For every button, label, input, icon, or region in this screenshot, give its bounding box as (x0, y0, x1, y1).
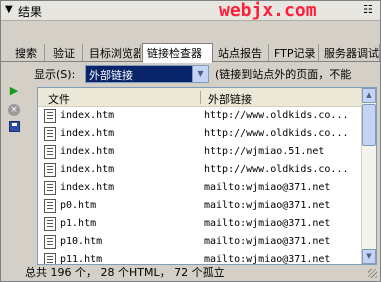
collapse-arrow-icon[interactable]: ▼ (5, 4, 13, 15)
stop-icon: × (8, 104, 20, 116)
row-link[interactable]: http://www.oldkids.co... (204, 164, 349, 175)
scroll-up-icon[interactable]: ▲ (362, 88, 376, 103)
table-row[interactable]: p0.htm mailto:wjmiao@371.net (38, 197, 362, 215)
show-select[interactable]: 外部链接 ▼ (85, 65, 209, 83)
row-link[interactable]: mailto:wjmiao@371.net (204, 200, 330, 211)
stop-button[interactable]: × (7, 102, 21, 116)
row-file[interactable]: index.htm (60, 164, 114, 175)
table-row[interactable]: p1.htm mailto:wjmiao@371.net (38, 215, 362, 233)
column-header-external-link[interactable]: 外部链接 (208, 91, 252, 107)
tab-target-browser[interactable]: 目标浏览器 (85, 44, 141, 62)
tab-ftp-log[interactable]: FTP记录 (270, 44, 319, 62)
html-file-icon (44, 217, 56, 231)
list-header: 文件 外部链接 (38, 88, 362, 107)
row-link[interactable]: mailto:wjmiao@371.net (204, 236, 330, 247)
row-file[interactable]: index.htm (60, 128, 114, 139)
table-row[interactable]: index.htm mailto:wjmiao@371.net (38, 179, 362, 197)
watermark-text: webjx.com (219, 0, 317, 21)
scrollbar-thumb[interactable] (362, 104, 376, 146)
show-filter-row: 显示(S): 外部链接 ▼ (链接到站点外的页面，不能 (1, 63, 380, 83)
tab-search[interactable]: 搜索 (11, 44, 45, 62)
vertical-scrollbar[interactable]: ▲ ▼ (361, 88, 376, 264)
row-link[interactable]: mailto:wjmiao@371.net (204, 218, 330, 229)
column-divider[interactable] (200, 91, 201, 104)
table-row[interactable]: index.htm http://www.oldkids.co... (38, 161, 362, 179)
save-report-button[interactable] (7, 121, 21, 135)
play-icon: ▶ (9, 84, 19, 97)
show-select-value: 外部链接 (89, 69, 133, 82)
results-list[interactable]: 文件 外部链接 index.htm http://www.oldkids.co.… (37, 87, 377, 265)
chevron-down-icon[interactable]: ▼ (192, 66, 208, 82)
html-file-icon (44, 127, 56, 141)
panel-title: 结果 (18, 5, 43, 19)
column-header-file[interactable]: 文件 (48, 91, 70, 107)
row-link[interactable]: http://www.oldkids.co... (204, 110, 349, 121)
status-bar-text: 总共 196 个， 28 个HTML， 72 个孤立 (25, 266, 225, 279)
tab-site-report[interactable]: 站点报告 (214, 44, 269, 62)
row-file[interactable]: p0.htm (60, 200, 96, 211)
panel-options-icon[interactable]: ☷ (363, 3, 373, 16)
row-file[interactable]: index.htm (60, 182, 114, 193)
html-file-icon (44, 145, 56, 159)
show-description: (链接到站点外的页面，不能 (215, 68, 352, 81)
table-row[interactable]: index.htm http://wjmiao.51.net (38, 143, 362, 161)
scroll-down-icon[interactable]: ▼ (362, 249, 376, 264)
table-row[interactable]: p10.htm mailto:wjmiao@371.net (38, 233, 362, 251)
results-panel: ▼ 结果 webjx.com ☷ 搜索 验证 目标浏览器 链接检查器 站点报告 … (0, 0, 381, 282)
panel-title-bar[interactable]: ▼ 结果 webjx.com ☷ (1, 0, 380, 21)
html-file-icon (44, 235, 56, 249)
show-label: 显示(S): (34, 68, 76, 81)
row-file[interactable]: p10.htm (60, 236, 102, 247)
tab-validate[interactable]: 验证 (49, 44, 83, 62)
table-row[interactable]: p11.htm mailto:wjmiao@371.net (38, 251, 362, 264)
row-file[interactable]: p1.htm (60, 218, 96, 229)
floppy-disk-icon (8, 121, 20, 132)
html-file-icon (44, 199, 56, 213)
resize-grip-icon[interactable] (368, 269, 377, 278)
row-link[interactable]: http://wjmiao.51.net (204, 146, 324, 157)
html-file-icon (44, 109, 56, 123)
tab-link-checker[interactable]: 链接检查器 (142, 43, 213, 63)
row-link[interactable]: http://www.oldkids.co... (204, 128, 349, 139)
row-link[interactable]: mailto:wjmiao@371.net (204, 182, 330, 193)
row-file[interactable]: index.htm (60, 146, 114, 157)
row-file[interactable]: index.htm (60, 110, 114, 121)
table-row[interactable]: index.htm http://www.oldkids.co... (38, 107, 362, 125)
html-file-icon (44, 163, 56, 177)
table-row[interactable]: index.htm http://www.oldkids.co... (38, 125, 362, 143)
tab-server-debug[interactable]: 服务器调试 (320, 44, 380, 62)
tab-bar: 搜索 验证 目标浏览器 链接检查器 站点报告 FTP记录 服务器调试 (1, 43, 380, 63)
html-file-icon (44, 181, 56, 195)
run-check-button[interactable]: ▶ (7, 84, 21, 98)
